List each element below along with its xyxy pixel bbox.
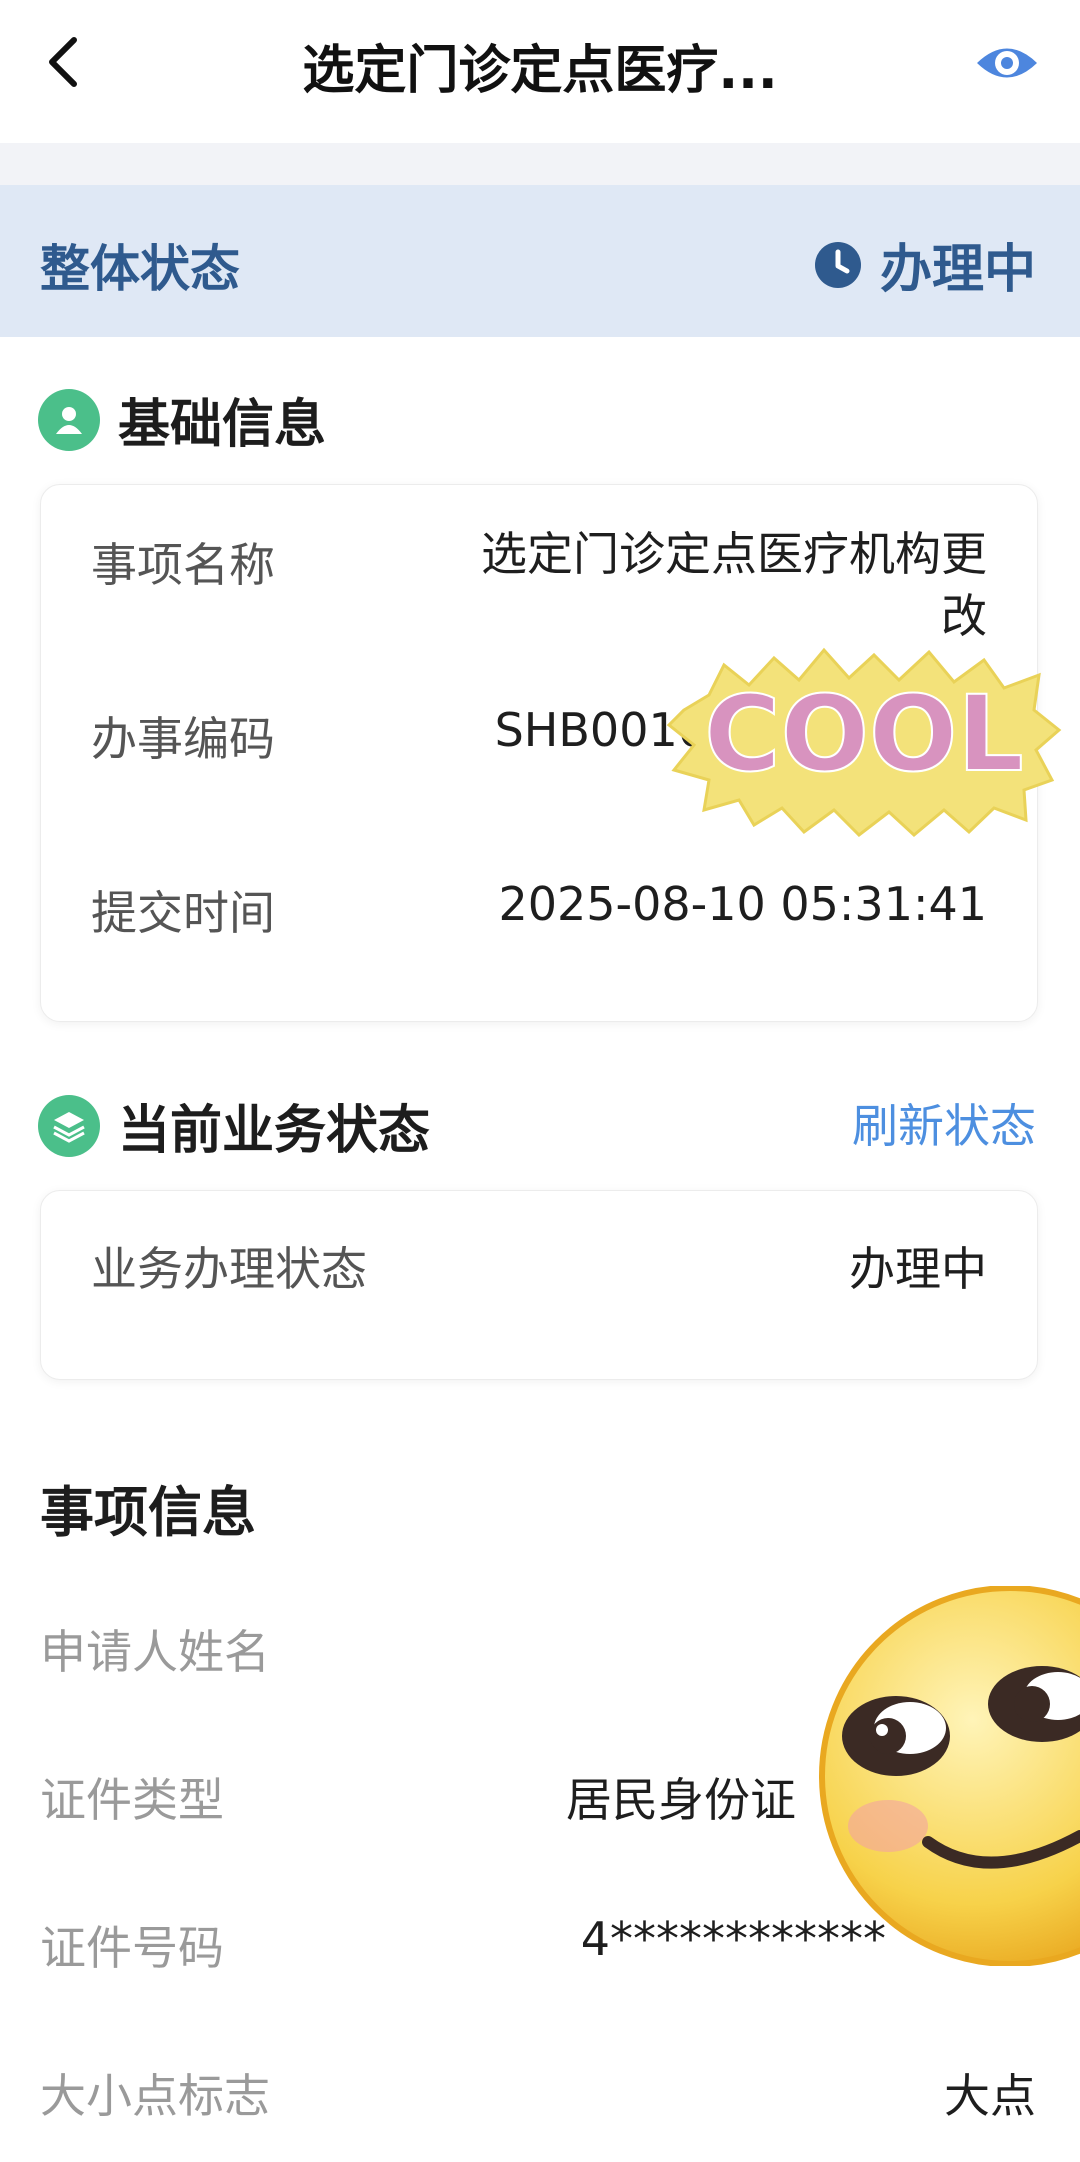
basic-info-header: 基础信息 xyxy=(38,382,326,457)
row-label: 办事编码 xyxy=(91,712,275,766)
business-status-card: 业务办理状态 办理中 xyxy=(40,1190,1038,1380)
item-info-title: 事项信息 xyxy=(40,1481,256,1544)
overall-status-value-group: 办理中 xyxy=(814,227,1036,302)
overall-status-value: 办理中 xyxy=(879,240,1036,300)
info-row-submit-time: 提交时间 2025-08-10 05:31:41 xyxy=(91,877,987,943)
page-title: 选定门诊定点医疗... xyxy=(302,41,778,101)
business-status-row: 业务办理状态 办理中 xyxy=(91,1233,987,1299)
chevron-left-icon[interactable] xyxy=(44,34,84,90)
row-value: 2025-08-10 05:31:41 xyxy=(498,877,987,931)
info-row-item-name: 事项名称 选定门诊定点医疗机构更改 xyxy=(91,527,987,647)
top-bar: 选定门诊定点医疗... xyxy=(0,0,1080,140)
cool-sticker: COOL xyxy=(666,647,1062,837)
business-status-title: 当前业务状态 xyxy=(118,1101,431,1161)
row-label: 证件号码 xyxy=(40,1921,224,1975)
cool-text: COOL xyxy=(704,673,1023,795)
row-label: 证件类型 xyxy=(40,1773,224,1827)
row-label: 提交时间 xyxy=(91,886,275,940)
row-value: 居民身份证 xyxy=(566,1773,796,1827)
clock-icon xyxy=(814,241,861,288)
row-value: 选定门诊定点医疗机构更改 xyxy=(481,527,987,643)
layers-icon xyxy=(38,1094,100,1157)
divider-band xyxy=(0,143,1080,185)
item-row-point-type: 大小点标志 大点 xyxy=(40,2060,1036,2126)
business-status-header: 当前业务状态 xyxy=(38,1088,430,1163)
row-label: 申请人姓名 xyxy=(40,1625,270,1679)
row-label: 事项名称 xyxy=(91,538,275,592)
overall-status-label: 整体状态 xyxy=(40,240,240,298)
person-icon xyxy=(38,388,100,451)
overall-status-banner: 整体状态 办理中 xyxy=(0,185,1080,337)
row-value: 大点 xyxy=(944,2069,1036,2123)
smiley-emoji-sticker xyxy=(819,1586,1080,1966)
basic-info-title: 基础信息 xyxy=(118,395,327,455)
row-label: 大小点标志 xyxy=(40,2069,270,2123)
refresh-status-link[interactable]: 刷新状态 xyxy=(852,1090,1036,1156)
row-value: 办理中 xyxy=(849,1242,987,1296)
row-label: 业务办理状态 xyxy=(91,1242,367,1296)
eye-icon[interactable] xyxy=(974,30,1040,96)
